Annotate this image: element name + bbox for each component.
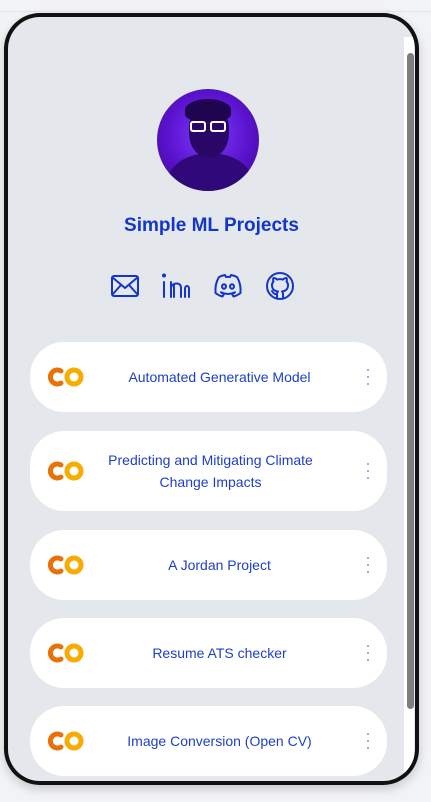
colab-icon bbox=[47, 555, 84, 575]
more-options-icon[interactable] bbox=[365, 733, 371, 749]
link-card[interactable]: Predicting and Mitigating Climate Change… bbox=[30, 431, 387, 511]
colab-icon bbox=[47, 731, 84, 751]
avatar bbox=[157, 89, 259, 191]
link-card[interactable]: Automated Generative Model bbox=[30, 342, 387, 412]
link-label: Automated Generative Model bbox=[128, 369, 311, 385]
browser-divider bbox=[0, 11, 431, 12]
discord-icon[interactable] bbox=[212, 271, 244, 301]
link-label: Image Conversion (Open CV) bbox=[127, 733, 312, 749]
github-icon[interactable] bbox=[264, 271, 296, 301]
avatar-lens-left bbox=[190, 121, 206, 132]
scrollbar-thumb[interactable] bbox=[407, 53, 414, 709]
avatar-hair bbox=[185, 99, 231, 121]
link-label: A Jordan Project bbox=[168, 557, 271, 573]
link-label: Resume ATS checker bbox=[152, 645, 287, 661]
phone-frame: Simple ML Projects Automated Generative … bbox=[4, 13, 419, 785]
colab-icon bbox=[47, 461, 84, 481]
avatar-lens-right bbox=[210, 121, 226, 132]
avatar-shoulders bbox=[167, 153, 253, 191]
more-options-icon[interactable] bbox=[365, 557, 371, 573]
more-options-icon[interactable] bbox=[365, 369, 371, 385]
link-card[interactable]: A Jordan Project bbox=[30, 530, 387, 600]
page-title: Simple ML Projects bbox=[124, 215, 299, 236]
link-label: Predicting and Mitigating Climate Change… bbox=[108, 452, 313, 490]
avatar-glasses bbox=[190, 121, 228, 133]
social-icons bbox=[8, 271, 415, 301]
phone-screen: Simple ML Projects Automated Generative … bbox=[8, 17, 415, 781]
linkedin-icon[interactable] bbox=[160, 271, 192, 301]
link-card[interactable]: Resume ATS checker bbox=[30, 618, 387, 688]
colab-icon bbox=[47, 367, 84, 387]
mail-icon[interactable] bbox=[109, 271, 141, 301]
more-options-icon[interactable] bbox=[365, 645, 371, 661]
colab-icon bbox=[47, 643, 84, 663]
more-options-icon[interactable] bbox=[365, 463, 371, 479]
link-card[interactable]: Image Conversion (Open CV) bbox=[30, 706, 387, 776]
